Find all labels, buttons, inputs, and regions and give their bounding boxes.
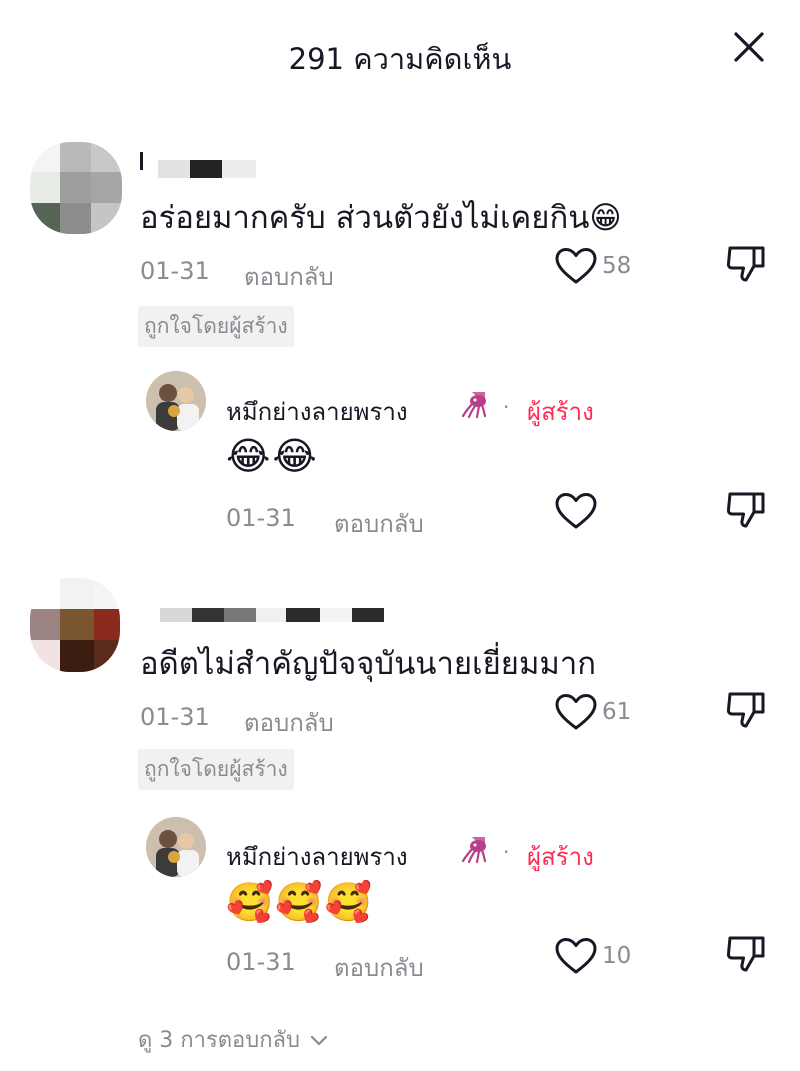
reply-date: 01-31 [226, 948, 296, 976]
thumbs-down-icon [726, 936, 765, 972]
heart-outline-icon [555, 248, 597, 284]
reply-button[interactable]: ตอบกลับ [244, 257, 334, 296]
heart-outline-icon [555, 694, 597, 730]
squid-icon [458, 389, 492, 419]
reply-text: 🥰🥰🥰 [226, 880, 374, 924]
separator-dot: · [503, 395, 510, 419]
dislike-button[interactable] [724, 242, 768, 290]
like-button[interactable]: 61 [554, 692, 631, 732]
comments-header: 291 ความคิดเห็น [0, 0, 800, 100]
thumbs-down-icon [726, 246, 765, 282]
chevron-down-icon [310, 1035, 328, 1045]
view-more-replies-button[interactable]: ดู 3 การตอบกลับ [138, 1022, 330, 1057]
reply-button[interactable]: ตอบกลับ [334, 504, 424, 543]
heart-outline-icon [555, 493, 597, 529]
creator-label: ผู้สร้าง [527, 398, 594, 426]
squid-icon [458, 834, 492, 864]
dislike-button[interactable] [724, 688, 768, 736]
reply-username[interactable]: หมึกย่างลายพราง [226, 392, 408, 431]
avatar[interactable] [146, 817, 206, 877]
heart-outline-icon [555, 938, 597, 974]
reply-username[interactable]: หมึกย่างลายพราง [226, 837, 408, 876]
like-button[interactable]: 10 [554, 936, 631, 976]
reply-button[interactable]: ตอบกลับ [334, 948, 424, 987]
comment-date: 01-31 [140, 257, 210, 285]
view-more-replies-label: ดู 3 การตอบกลับ [138, 1028, 300, 1053]
comment-text: อดีตไม่สำคัญปัจจุบันนายเยี่ยมมาก [140, 646, 596, 682]
comment-date: 01-31 [140, 703, 210, 731]
liked-by-creator-badge: ถูกใจโดยผู้สร้าง [138, 749, 294, 790]
separator-dot: · [503, 840, 510, 864]
thumbs-down-icon [726, 692, 765, 728]
like-count: 58 [602, 253, 632, 279]
avatar[interactable] [30, 578, 120, 672]
avatar[interactable] [30, 142, 122, 234]
like-button[interactable]: 58 [554, 246, 631, 286]
comment-count-title: 291 ความคิดเห็น [288, 42, 512, 76]
dislike-button[interactable] [724, 932, 768, 980]
reply-button[interactable]: ตอบกลับ [244, 703, 334, 742]
close-button[interactable] [726, 24, 772, 70]
like-button[interactable] [554, 491, 602, 531]
avatar[interactable] [146, 371, 206, 431]
dislike-button[interactable] [724, 488, 768, 536]
reply-text: 😂😂 [226, 434, 319, 478]
comment-text: อร่อยมากครับ ส่วนตัวยังไม่เคยกิน😁 [140, 200, 622, 236]
creator-label: ผู้สร้าง [527, 843, 594, 871]
like-count: 61 [602, 699, 632, 725]
close-icon [734, 32, 764, 62]
like-count: 10 [602, 943, 632, 969]
reply-date: 01-31 [226, 504, 296, 532]
liked-by-creator-badge: ถูกใจโดยผู้สร้าง [138, 306, 294, 347]
thumbs-down-icon [726, 492, 765, 528]
